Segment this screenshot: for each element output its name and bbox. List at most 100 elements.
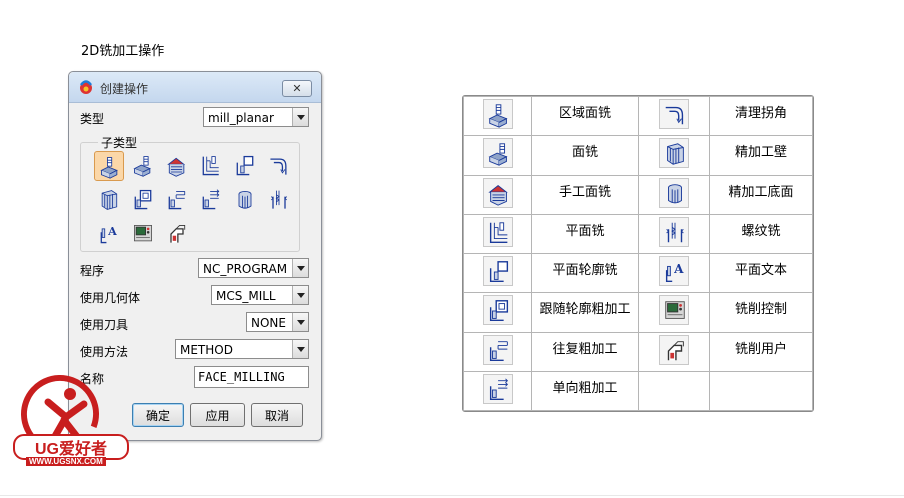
subtype-button[interactable] <box>162 185 192 215</box>
operation-name: 清理拐角 <box>709 96 813 137</box>
app-logo-icon <box>79 80 93 94</box>
face-milling-area-icon <box>488 104 508 128</box>
subtype-button[interactable] <box>264 185 294 215</box>
program-select[interactable]: NC_PROGRAM <box>198 258 309 278</box>
thread-milling-icon <box>270 190 288 209</box>
chevron-down-icon[interactable] <box>292 259 308 277</box>
table-cell-icon <box>638 292 710 333</box>
chevron-down-icon[interactable] <box>292 108 308 126</box>
table-row: 跟随轮廓粗加工 铣削控制 <box>463 292 813 333</box>
ok-button[interactable]: 确定 <box>132 403 184 427</box>
operation-name: 铣削控制 <box>709 292 813 333</box>
operation-name: 单向粗加工 <box>531 370 639 411</box>
geometry-select-value: MCS_MILL <box>216 289 276 303</box>
subtype-button[interactable] <box>94 185 124 215</box>
planar-text-icon: A <box>665 262 684 283</box>
watermark-url: WWW.UGSNX.COM <box>26 457 106 466</box>
table-row: 平面轮廓铣 A 平面文本 <box>463 252 813 294</box>
planar-mill-icon <box>489 222 507 243</box>
table-row: 平面铣 螺纹铣 <box>463 213 813 255</box>
thread-milling-icon <box>666 222 684 243</box>
table-cell-icon <box>638 135 710 176</box>
table-cell-icon <box>463 331 532 372</box>
operation-name: 跟随轮廓粗加工 <box>531 292 639 333</box>
subtype-button[interactable] <box>230 185 260 215</box>
face-milling-manual-icon <box>167 157 186 177</box>
planar-profile-icon <box>236 155 254 176</box>
subtype-button[interactable] <box>128 219 158 249</box>
rough-zig-icon <box>489 378 508 400</box>
face-milling-icon <box>133 156 151 177</box>
watermark-logo: UG爱好者 WWW.UGSNX.COM <box>8 372 133 472</box>
table-cell-icon <box>463 135 532 176</box>
subtype-button[interactable] <box>264 151 294 181</box>
table-cell-icon <box>463 213 532 255</box>
table-cell-icon <box>463 96 532 137</box>
table-row: 往复粗加工 铣削用户 <box>463 331 813 372</box>
geometry-label: 使用几何体 <box>80 291 141 305</box>
operation-name: 铣削用户 <box>709 331 813 372</box>
chevron-down-icon[interactable] <box>292 313 308 331</box>
finish-walls-icon <box>667 143 684 166</box>
planar-mill-icon <box>202 156 219 176</box>
subtype-button[interactable]: A <box>94 219 124 249</box>
rough-follow-icon <box>489 300 508 322</box>
type-select[interactable]: mill_planar <box>203 107 309 127</box>
face-milling-area-icon <box>100 157 118 179</box>
table-cell-icon: A <box>638 252 710 294</box>
table-row: 面铣 精加工壁 <box>463 135 813 176</box>
svg-text:A: A <box>673 262 684 276</box>
chevron-down-icon[interactable] <box>292 340 308 358</box>
planar-text-icon: A <box>100 225 117 244</box>
operation-reference-table: 区域面铣 清理拐角 面铣 精加工壁 手工面铣 精加工底面 平面铣 螺纹铣 平面轮廓铣 A 平面文本跟… <box>462 95 814 412</box>
divider <box>0 495 904 496</box>
table-cell-icon <box>638 331 710 372</box>
table-cell-icon <box>463 174 532 215</box>
rough-zig-icon <box>202 189 220 210</box>
operation-name-field[interactable] <box>194 366 309 388</box>
method-label: 使用方法 <box>80 345 129 359</box>
program-select-value: NC_PROGRAM <box>203 262 288 276</box>
table-cell-icon <box>463 292 532 333</box>
subtype-button[interactable] <box>128 185 158 215</box>
table-row: 区域面铣 清理拐角 <box>463 96 813 137</box>
program-label: 程序 <box>80 264 105 278</box>
tool-select[interactable]: NONE <box>246 312 309 332</box>
subtype-button[interactable] <box>162 151 192 181</box>
operation-name: 螺纹铣 <box>709 213 813 255</box>
subtype-button[interactable] <box>230 151 260 181</box>
watermark-brand: UG爱好者 <box>35 441 108 458</box>
table-cell-icon <box>463 252 532 294</box>
table-cell-icon <box>638 213 710 255</box>
chevron-down-icon[interactable] <box>292 286 308 304</box>
operation-name <box>709 370 813 411</box>
table-cell-icon <box>638 370 710 411</box>
table-row: 单向粗加工 <box>463 370 813 411</box>
subtype-button[interactable] <box>128 151 158 181</box>
page-heading: 2D铣加工操作 <box>81 44 165 59</box>
geometry-select[interactable]: MCS_MILL <box>211 285 309 305</box>
mill-user-icon <box>667 340 684 360</box>
planar-profile-icon <box>489 261 508 283</box>
dialog-titlebar[interactable]: 创建操作 ✕ <box>69 72 321 103</box>
finish-walls-icon <box>101 190 118 210</box>
type-select-value: mill_planar <box>208 111 274 125</box>
operation-name: 精加工底面 <box>709 174 813 215</box>
subtype-button[interactable] <box>196 185 226 215</box>
subtype-button[interactable] <box>162 219 192 249</box>
svg-text:A: A <box>107 225 117 238</box>
subtype-button[interactable] <box>94 151 124 181</box>
tool-select-value: NONE <box>251 316 286 330</box>
table-cell-icon <box>638 174 710 215</box>
close-button[interactable]: ✕ <box>282 80 312 97</box>
apply-button[interactable]: 应用 <box>190 403 245 427</box>
face-milling-icon <box>488 143 508 167</box>
tool-label: 使用刀具 <box>80 318 129 332</box>
rough-zigzag-icon <box>489 340 508 361</box>
table-row: 手工面铣 精加工底面 <box>463 174 813 215</box>
method-select[interactable]: METHOD <box>175 339 309 359</box>
finish-floor-icon <box>238 191 252 209</box>
cancel-button[interactable]: 取消 <box>251 403 303 427</box>
operation-name: 平面轮廓铣 <box>531 252 639 294</box>
subtype-button[interactable] <box>196 151 226 181</box>
